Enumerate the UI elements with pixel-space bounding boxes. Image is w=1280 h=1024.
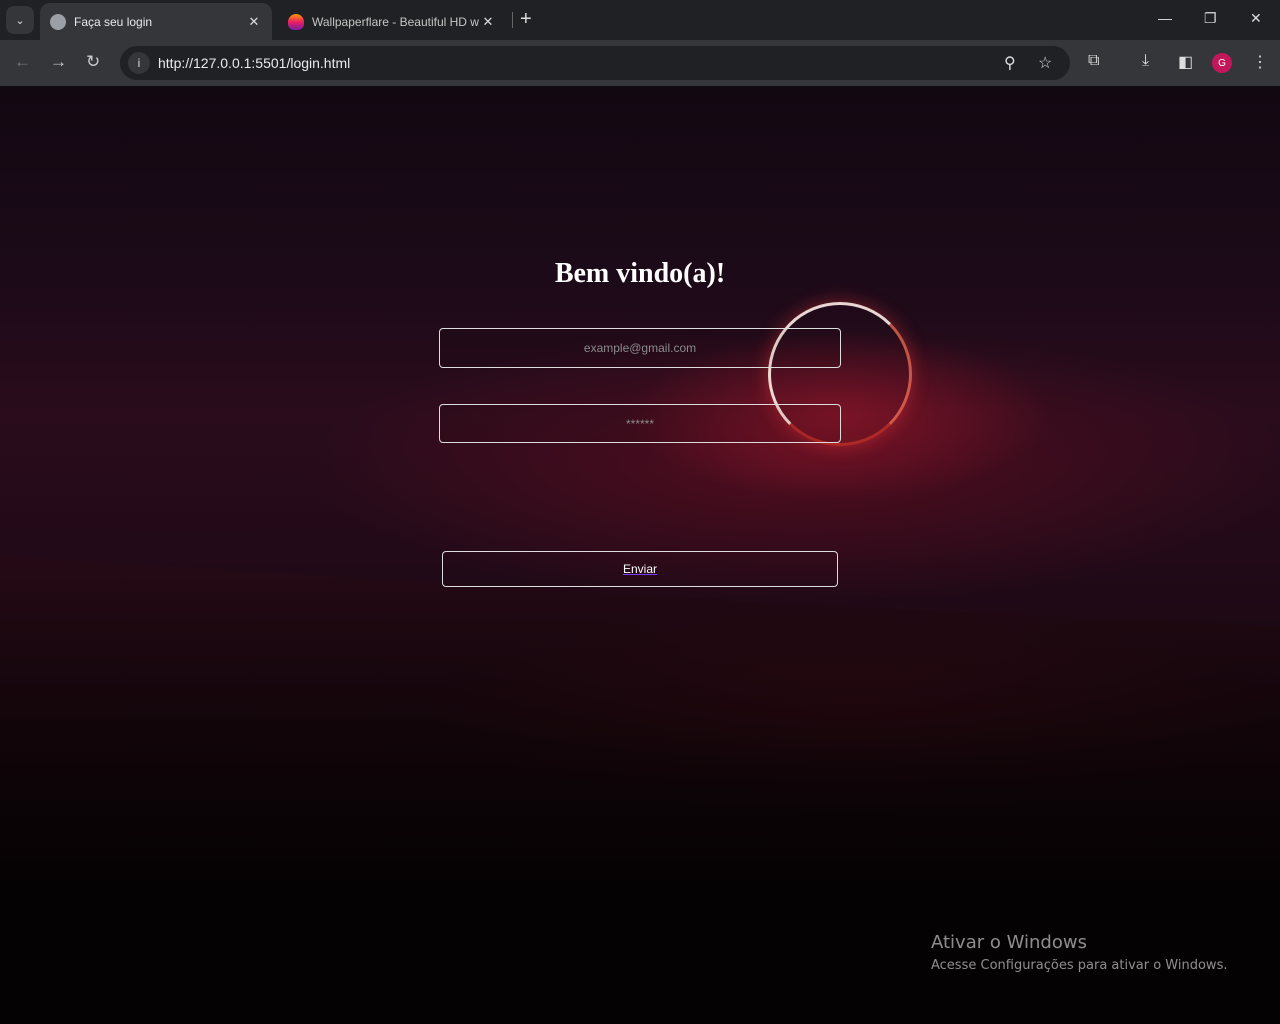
address-bar[interactable]: i http://127.0.0.1:5501/login.html ⚲ ☆: [120, 46, 1070, 80]
close-tab-icon[interactable]: ✕: [480, 14, 496, 30]
menu-icon[interactable]: ⋮: [1252, 52, 1268, 72]
zoom-icon[interactable]: ⚲: [1004, 53, 1016, 73]
forward-button[interactable]: →: [50, 52, 67, 72]
tab-search-button[interactable]: ⌄: [6, 6, 34, 34]
submit-button[interactable]: Enviar: [442, 551, 838, 587]
tab-title: Wallpaperflare - Beautiful HD w: [312, 14, 479, 29]
close-tab-icon[interactable]: ✕: [246, 14, 262, 30]
close-window-button[interactable]: ✕: [1250, 10, 1262, 27]
password-field[interactable]: [439, 404, 841, 443]
globe-icon: [50, 13, 66, 30]
download-icon[interactable]: ⤓: [1142, 52, 1149, 70]
windows-activation-title: Ativar o Windows: [931, 932, 1087, 953]
login-page: Bem vindo(a)! Enviar Ativar o Windows Ac…: [0, 86, 1280, 1024]
landscape-background: [0, 556, 1280, 1024]
divider: [512, 12, 513, 28]
site-info-icon[interactable]: i: [128, 52, 150, 74]
page-title: Bem vindo(a)!: [554, 258, 726, 289]
new-tab-button[interactable]: +: [520, 8, 532, 31]
restore-button[interactable]: ❐: [1204, 10, 1217, 27]
bookmark-star-icon[interactable]: ☆: [1038, 53, 1052, 73]
url-text[interactable]: http://127.0.0.1:5501/login.html: [158, 55, 350, 71]
back-button[interactable]: ←: [14, 52, 31, 72]
browser-toolbar: ← → ↻ i http://127.0.0.1:5501/login.html…: [0, 40, 1280, 86]
extensions-icon[interactable]: ⧉: [1088, 52, 1099, 70]
side-panel-icon[interactable]: ◧: [1178, 52, 1193, 72]
tab-strip: ⌄ Faça seu login ✕ Wallpaperflare - Beau…: [0, 0, 1280, 40]
windows-activation-subtitle: Acesse Configurações para ativar o Windo…: [931, 958, 1228, 973]
minimize-button[interactable]: —: [1158, 10, 1172, 26]
email-field[interactable]: [439, 328, 841, 368]
tab-wallpaperflare[interactable]: Wallpaperflare - Beautiful HD w ✕: [278, 3, 506, 40]
avatar[interactable]: G: [1212, 53, 1232, 73]
tab-title: Faça seu login: [74, 14, 153, 29]
reload-button[interactable]: ↻: [86, 52, 100, 72]
flame-icon: [288, 13, 304, 30]
tab-login[interactable]: Faça seu login ✕: [40, 3, 272, 40]
